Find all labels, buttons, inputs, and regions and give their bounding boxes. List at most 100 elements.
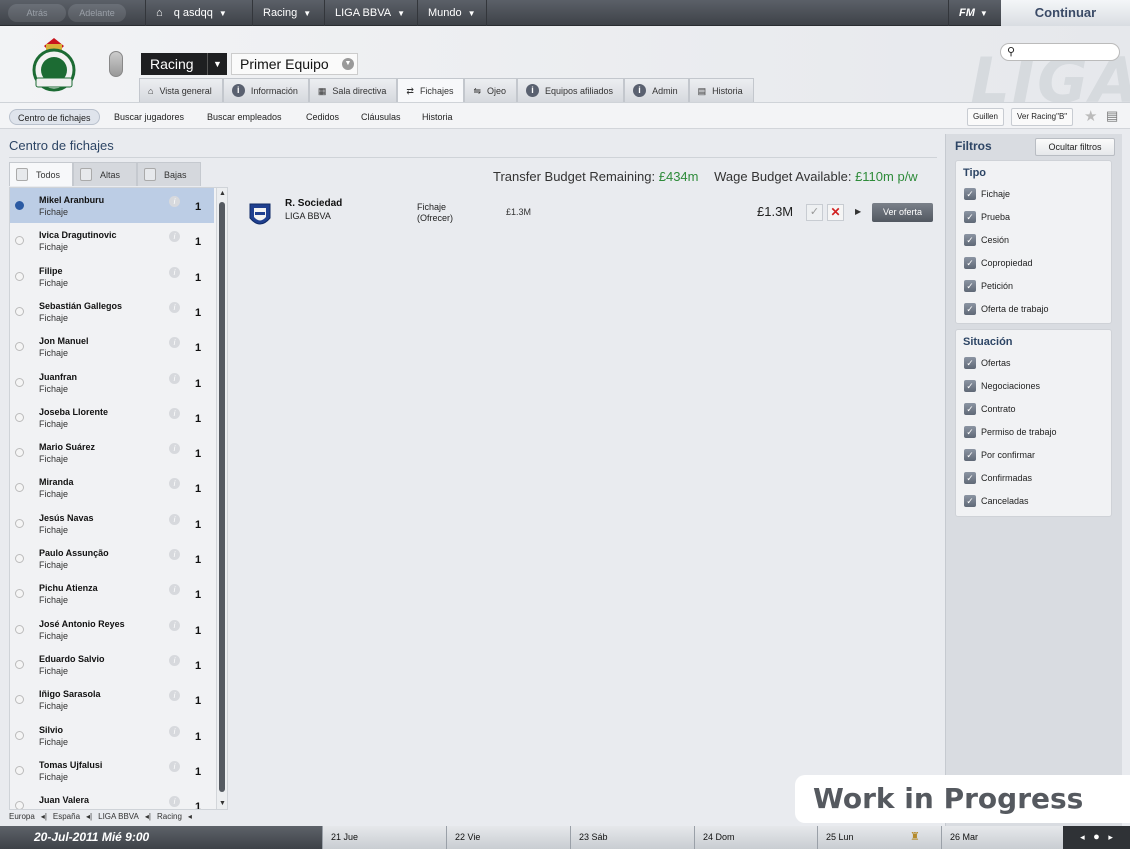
checkbox-checked-icon[interactable]: ✓: [964, 280, 976, 292]
radio-button[interactable]: [15, 695, 24, 705]
breadcrumb-item[interactable]: Racing: [157, 812, 182, 821]
info-icon[interactable]: i: [169, 372, 180, 384]
play-arrow-icon[interactable]: ▶: [855, 207, 861, 216]
radio-button[interactable]: [15, 659, 24, 669]
radio-button[interactable]: [15, 271, 24, 281]
info-icon[interactable]: i: [169, 654, 180, 666]
player-row[interactable]: Miranda Fichaje i 1: [10, 470, 214, 505]
info-icon[interactable]: i: [169, 760, 180, 772]
player-row[interactable]: Mikel Aranburu Fichaje i 1: [10, 188, 214, 223]
filter-option[interactable]: ✓ Canceladas: [964, 495, 1029, 507]
calendar-day[interactable]: 21 Jue: [322, 826, 446, 849]
tab-ojeo[interactable]: ⇋ Ojeo: [464, 78, 518, 102]
scroll-up-icon[interactable]: ▲: [219, 190, 226, 197]
radio-button[interactable]: [15, 236, 24, 246]
scroll-down-icon[interactable]: ▼: [219, 800, 226, 807]
player-row[interactable]: Tomas Ujfalusi Fichaje i 1: [10, 753, 214, 788]
calendar-day[interactable]: 22 Vie: [446, 826, 570, 849]
subnav-buscar-empleados[interactable]: Buscar empleados: [207, 109, 282, 125]
player-row[interactable]: Ivica Dragutinovic Fichaje i 1: [10, 223, 214, 258]
checkbox-checked-icon[interactable]: ✓: [964, 472, 976, 484]
info-icon[interactable]: i: [169, 690, 180, 702]
radio-button[interactable]: [15, 589, 24, 599]
calendar-day[interactable]: 23 Sáb: [570, 826, 694, 849]
checkbox-checked-icon[interactable]: ✓: [964, 426, 976, 438]
player-row[interactable]: Sebastián Gallegos Fichaje i 1: [10, 294, 214, 329]
player-row[interactable]: Paulo Assunção Fichaje i 1: [10, 541, 214, 576]
continue-button[interactable]: Continuar: [1001, 0, 1130, 26]
checkbox-checked-icon[interactable]: ✓: [964, 403, 976, 415]
player-row[interactable]: Filipe Fichaje i 1: [10, 259, 214, 294]
player-row[interactable]: Jesús Navas Fichaje i 1: [10, 506, 214, 541]
info-icon[interactable]: i: [169, 301, 180, 313]
info-icon[interactable]: i: [169, 266, 180, 278]
guillen-button[interactable]: Guillen: [967, 108, 1004, 126]
checkbox-checked-icon[interactable]: ✓: [964, 211, 976, 223]
calendar-day[interactable]: 24 Dom: [694, 826, 817, 849]
back-button[interactable]: Atrás: [8, 4, 66, 22]
info-icon[interactable]: i: [169, 796, 180, 808]
subnav-buscar-jugadores[interactable]: Buscar jugadores: [114, 109, 184, 125]
radio-button[interactable]: [15, 306, 24, 316]
forward-button[interactable]: Adelante: [68, 4, 126, 22]
filter-option[interactable]: ✓ Petición: [964, 280, 1013, 292]
player-row[interactable]: Jon Manuel Fichaje i 1: [10, 329, 214, 364]
scrollbar-thumb[interactable]: [219, 202, 225, 792]
player-row[interactable]: Juan Valera i 1: [10, 788, 214, 809]
radio-button[interactable]: [15, 765, 24, 775]
radio-button[interactable]: [15, 554, 24, 563]
radio-button[interactable]: [15, 377, 24, 387]
radio-button[interactable]: [15, 342, 24, 352]
filter-option[interactable]: ✓ Confirmadas: [964, 472, 1032, 484]
info-icon[interactable]: i: [169, 619, 180, 631]
tab-fichajes[interactable]: ⇄ Fichajes: [397, 78, 465, 102]
info-icon[interactable]: i: [169, 725, 180, 737]
info-icon[interactable]: i: [169, 478, 180, 490]
search-input[interactable]: ⚲: [1000, 43, 1120, 61]
deal-row[interactable]: R. Sociedad LIGA BBVA Fichaje (Ofrecer) …: [245, 196, 935, 232]
star-icon[interactable]: ★: [1084, 107, 1097, 125]
breadcrumb-item[interactable]: Europa: [9, 812, 35, 821]
player-row[interactable]: Silvio Fichaje i 1: [10, 718, 214, 753]
info-icon[interactable]: i: [169, 584, 180, 596]
ver-racing-b-button[interactable]: Ver Racing"B": [1011, 108, 1074, 126]
info-icon[interactable]: i: [169, 549, 180, 560]
player-row[interactable]: Pichu Atienza Fichaje i 1: [10, 576, 214, 611]
radio-button[interactable]: [15, 801, 24, 809]
tab-informacion[interactable]: i Información: [222, 78, 309, 102]
today-dot-icon[interactable]: ●: [1093, 831, 1100, 843]
radio-button[interactable]: [15, 448, 24, 458]
subnav-historia[interactable]: Historia: [422, 109, 453, 125]
fm-menu[interactable]: FM ▼: [948, 0, 1001, 26]
subnav-centro-de-fichajes[interactable]: Centro de fichajes: [9, 109, 100, 125]
tab-todos[interactable]: Todos: [9, 162, 73, 186]
tab-historia[interactable]: ▤ Historia: [688, 78, 754, 102]
filter-option[interactable]: ✓ Oferta de trabajo: [964, 303, 1049, 315]
breadcrumb-item[interactable]: España: [53, 812, 80, 821]
info-icon[interactable]: i: [169, 196, 180, 207]
player-row[interactable]: Mario Suárez Fichaje i 1: [10, 435, 214, 470]
accept-check-button[interactable]: ✓: [806, 204, 823, 221]
radio-button[interactable]: [15, 624, 24, 634]
filter-option[interactable]: ✓ Copropiedad: [964, 257, 1033, 269]
checkbox-checked-icon[interactable]: ✓: [964, 234, 976, 246]
player-row[interactable]: Joseba Llorente Fichaje i 1: [10, 400, 214, 435]
radio-button[interactable]: [15, 730, 24, 740]
filter-option[interactable]: ✓ Negociaciones: [964, 380, 1040, 392]
breadcrumb-item[interactable]: LIGA BBVA: [98, 812, 139, 821]
filter-option[interactable]: ✓ Ofertas: [964, 357, 1011, 369]
radio-button[interactable]: [15, 201, 24, 210]
checkbox-checked-icon[interactable]: ✓: [964, 380, 976, 392]
world-menu[interactable]: Mundo ▼: [417, 0, 487, 26]
deal-club-name[interactable]: R. Sociedad: [285, 198, 342, 209]
filter-option[interactable]: ✓ Permiso de trabajo: [964, 426, 1057, 438]
notes-icon[interactable]: ▤: [1106, 108, 1118, 124]
tab-bajas[interactable]: Bajas: [137, 162, 201, 186]
tab-equipos-afiliados[interactable]: i Equipos afiliados: [517, 78, 625, 102]
hide-filters-button[interactable]: Ocultar filtros: [1035, 138, 1115, 156]
tab-sala-directiva[interactable]: ▦ Sala directiva: [308, 78, 398, 102]
filter-option[interactable]: ✓ Prueba: [964, 211, 1010, 223]
player-row[interactable]: José Antonio Reyes Fichaje i 1: [10, 612, 214, 647]
info-icon[interactable]: i: [169, 443, 180, 455]
club-scroll-toggle[interactable]: [109, 51, 123, 77]
